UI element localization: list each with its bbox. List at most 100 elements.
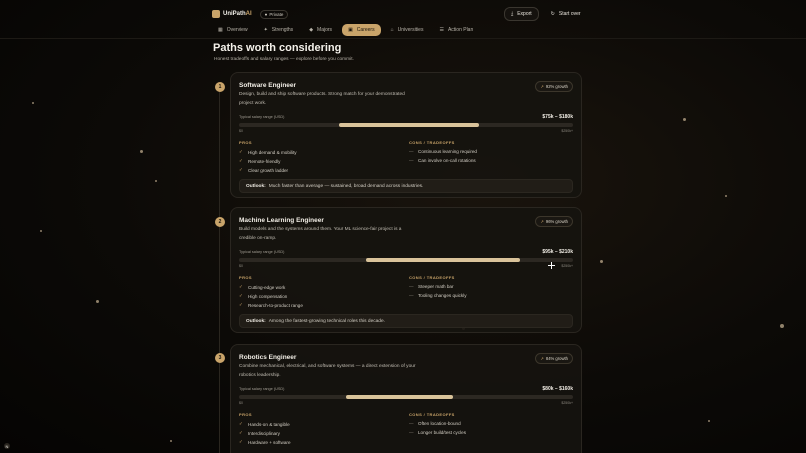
pro-text: Research-to-product range (248, 302, 303, 308)
notification-icon[interactable]: N (4, 443, 10, 449)
pros-heading: PROS (239, 412, 252, 417)
salary-track (239, 395, 573, 399)
minus-icon: — (409, 293, 414, 298)
graduation-cap-icon: ◆ (309, 27, 314, 33)
minus-icon: — (409, 421, 414, 426)
career-title: Software Engineer (239, 82, 297, 89)
pro-item: ✓ High demand & mobility (239, 149, 297, 155)
lock-icon: ● (264, 11, 268, 17)
career-rank-1: 1 (215, 82, 225, 92)
pro-item: ✓ Interdisciplinary (239, 430, 280, 436)
con-item: — Often location-bound (409, 421, 461, 426)
salary-min-tick: $0 (239, 264, 243, 268)
salary-label: Typical salary range (USD) (239, 250, 285, 254)
header-actions: ⤓ Export ↻ Start over (504, 7, 587, 21)
briefcase-icon: ▣ (348, 27, 353, 33)
salary-range: $80k – $160k (542, 386, 573, 392)
check-icon: ✓ (239, 158, 243, 163)
con-text: Steeper math bar (418, 284, 454, 289)
export-button[interactable]: ⤓ Export (504, 7, 539, 21)
salary-min-tick: $0 (239, 129, 243, 133)
app-logo[interactable]: UniPath AI (212, 10, 252, 18)
career-description: Combine mechanical, electrical, and soft… (239, 364, 416, 378)
grid-icon: ▦ (218, 27, 223, 33)
con-item: — Steeper math bar (409, 284, 454, 289)
cons-heading: CONS / TRADEOFFS (409, 140, 455, 145)
pro-text: High compensation (248, 293, 288, 299)
pro-item: ✓ Clear growth ladder (239, 167, 288, 173)
career-card: Robotics Engineer ↗ 84% growth Combine me… (230, 344, 582, 453)
pro-text: High demand & mobility (248, 149, 297, 155)
header-divider (0, 38, 806, 39)
start-over-label: Start over (558, 11, 581, 17)
salary-fill (339, 123, 480, 127)
crosshair-cursor-icon (548, 262, 555, 269)
con-item: — Can involve on-call rotations (409, 158, 476, 163)
pro-item: ✓ High compensation (239, 293, 287, 299)
page-subtitle: Honest tradeoffs and salary ranges — exp… (214, 57, 354, 62)
check-icon: ✓ (239, 302, 243, 307)
pro-text: Interdisciplinary (248, 430, 280, 436)
check-icon: ✓ (239, 149, 243, 154)
check-icon: ✓ (239, 284, 243, 289)
private-badge: ● Private (259, 9, 289, 19)
app-name: UniPath (223, 11, 246, 17)
salary-track (239, 123, 573, 127)
pro-text: Hands-on & tangible (248, 421, 290, 427)
growth-label: 84% growth (545, 356, 568, 361)
minus-icon: — (409, 284, 414, 289)
con-item: — Longer build/test cycles (409, 430, 466, 435)
logo-mark-icon (212, 10, 220, 18)
tab-universities[interactable]: ⌂ Universities (385, 24, 430, 36)
trend-up-icon: ↗ (540, 219, 544, 224)
con-item: — Continuous learning required (409, 149, 477, 154)
tab-label: Overview (226, 27, 248, 33)
career-description: Build models and the systems around them… (239, 227, 402, 241)
career-title: Robotics Engineer (239, 354, 297, 361)
salary-max-tick: $250k+ (561, 401, 573, 405)
salary-fill (365, 258, 520, 262)
outlook-text: Much faster than average — sustained, br… (268, 183, 424, 189)
pro-text: Hardware + software (248, 439, 291, 445)
career-card: Machine Learning Engineer ↗ 96% growth Bu… (230, 207, 582, 333)
growth-badge: ↗ 96% growth (535, 216, 573, 227)
salary-label: Typical salary range (USD) (239, 115, 285, 119)
pros-heading: PROS (239, 140, 252, 145)
growth-badge: ↗ 84% growth (535, 353, 573, 364)
pro-item: ✓ Remote-friendly (239, 158, 280, 164)
salary-range: $95k – $210k (542, 249, 573, 255)
tab-careers[interactable]: ▣ Careers (342, 24, 381, 36)
tab-strengths[interactable]: ✦ Strengths (258, 24, 300, 36)
building-icon: ⌂ (390, 27, 394, 33)
outlook-text: Among the fastest-growing technical role… (268, 318, 385, 324)
restart-icon: ↻ (550, 11, 555, 17)
timeline-line (219, 86, 220, 453)
tab-action-plan[interactable]: ☰ Action Plan (433, 24, 479, 36)
trend-up-icon: ↗ (540, 84, 544, 89)
page-title: Paths worth considering (213, 42, 342, 54)
salary-track (239, 258, 573, 262)
pro-text: Remote-friendly (248, 158, 281, 164)
tab-label: Majors (317, 27, 333, 33)
outlook-box: Outlook: Among the fastest-growing techni… (239, 314, 573, 328)
check-icon: ✓ (239, 167, 243, 172)
start-over-button[interactable]: ↻ Start over (545, 7, 587, 21)
pro-item: ✓ Cutting-edge work (239, 284, 285, 290)
minus-icon: — (409, 149, 414, 154)
con-text: Continuous learning required (418, 149, 477, 154)
pro-text: Clear growth ladder (248, 167, 289, 173)
check-icon: ✓ (239, 421, 243, 426)
growth-badge: ↗ 92% growth (535, 81, 573, 92)
minus-icon: — (409, 430, 414, 435)
salary-range: $75k – $180k (542, 114, 573, 120)
salary-label: Typical salary range (USD) (239, 387, 285, 391)
export-label: Export (517, 11, 532, 17)
tab-overview[interactable]: ▦ Overview (212, 24, 254, 36)
growth-label: 92% growth (545, 84, 568, 89)
con-item: — Tooling changes quickly (409, 293, 467, 298)
con-text: Can involve on-call rotations (418, 158, 476, 163)
con-text: Longer build/test cycles (418, 430, 467, 435)
tab-majors[interactable]: ◆ Majors (303, 24, 338, 36)
outlook-label: Outlook: (246, 183, 266, 189)
career-card: Software Engineer ↗ 92% growth Design, bu… (230, 72, 582, 198)
